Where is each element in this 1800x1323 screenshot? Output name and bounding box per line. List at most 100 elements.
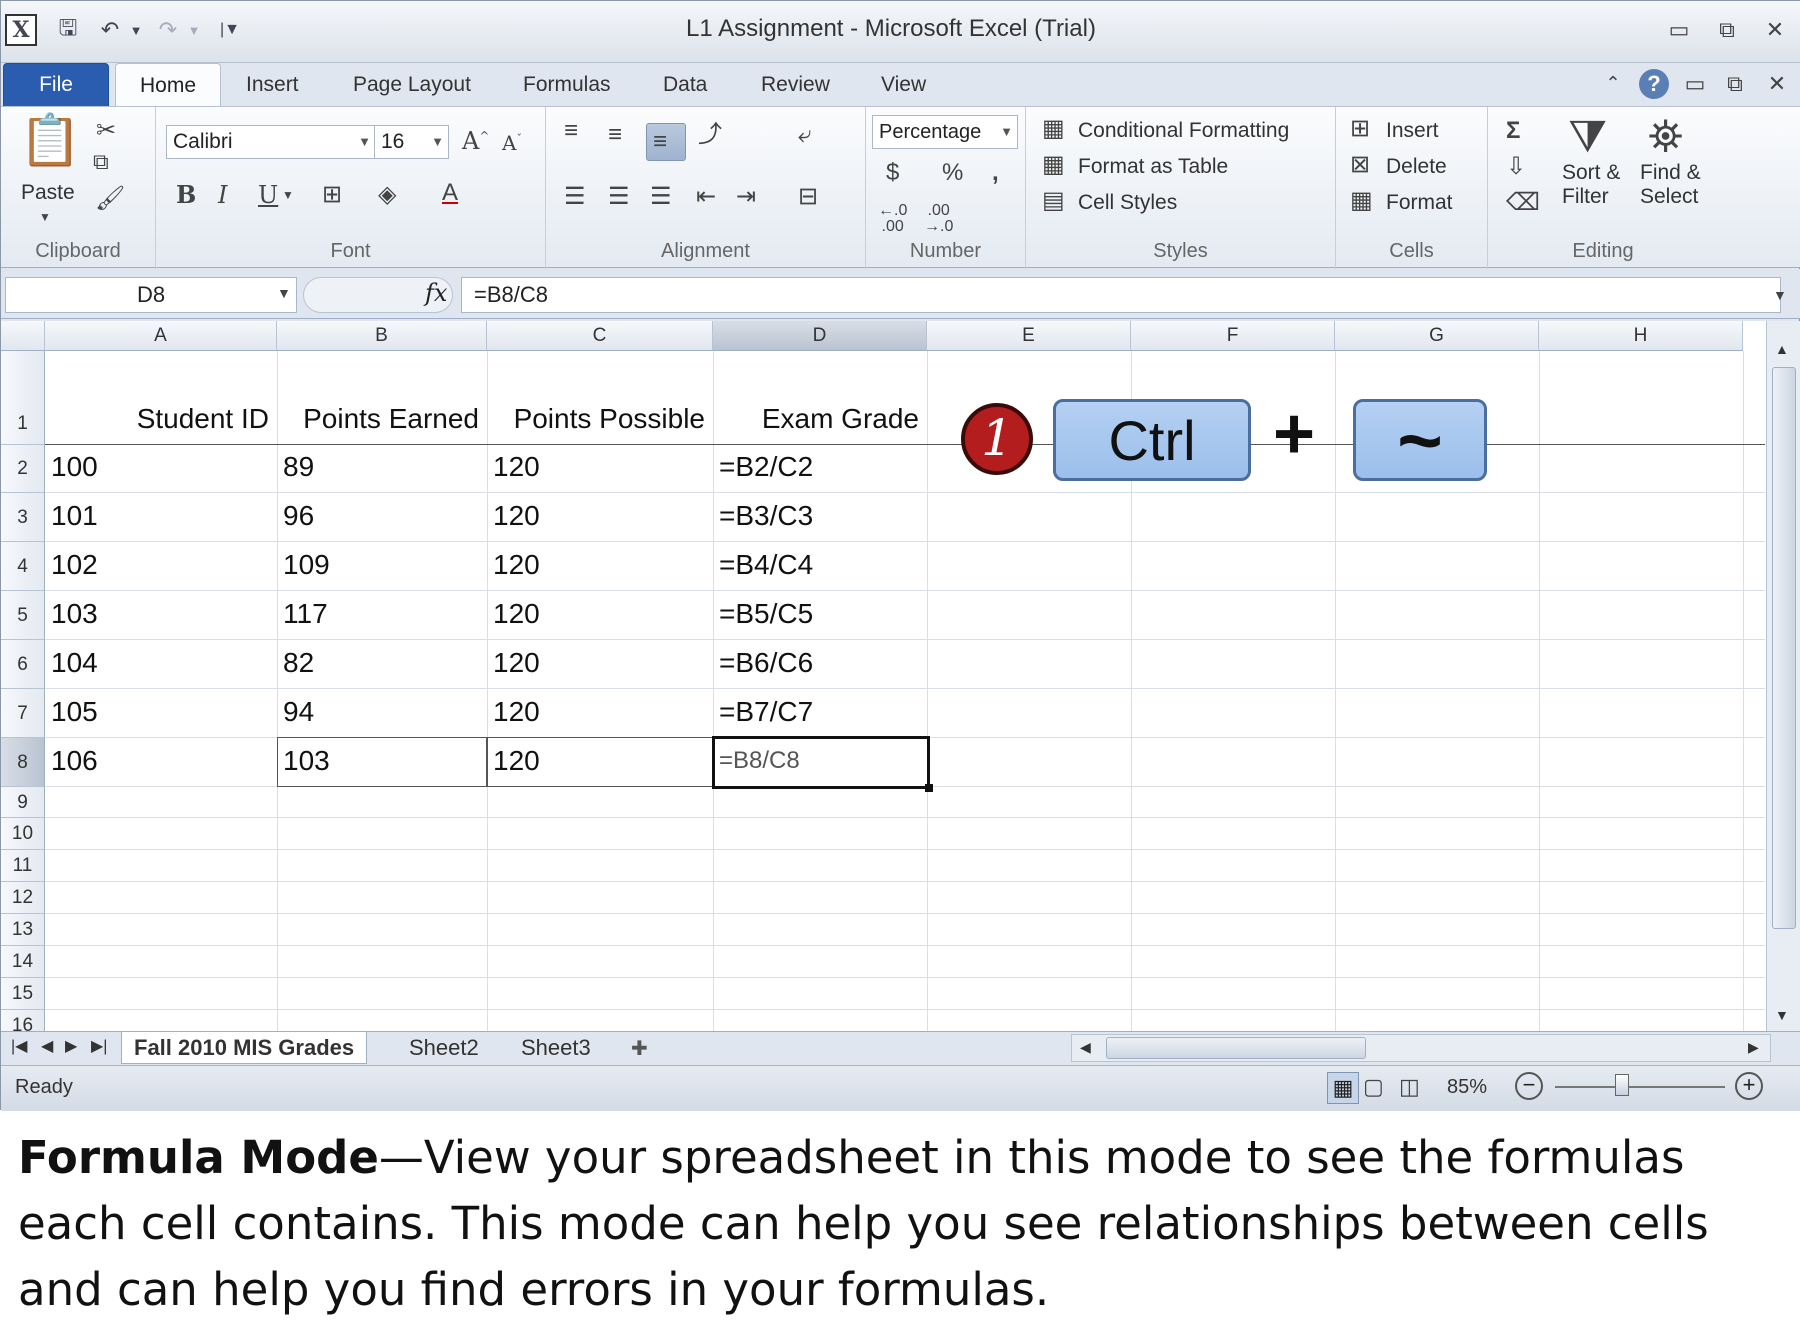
cell-b3[interactable]: 96 [277,500,320,532]
cell-b4[interactable]: 109 [277,549,336,581]
cell-d1[interactable]: Exam Grade [713,403,927,435]
collapse-ribbon-icon[interactable]: ⌃ [1595,73,1631,94]
zoom-level[interactable]: 85% [1447,1076,1487,1099]
column-header-h[interactable]: H [1539,321,1743,351]
column-header-g[interactable]: G [1335,321,1539,351]
workbook-restore-icon[interactable]: ⧉ [1717,71,1753,97]
cell-a5[interactable]: 103 [45,598,104,630]
scroll-left-icon[interactable]: ◀ [1080,1039,1091,1056]
cell-c4[interactable]: 120 [487,549,546,581]
column-header-d[interactable]: D [713,321,927,351]
cell-c1[interactable]: Points Possible [487,403,713,435]
cell-a1[interactable]: Student ID [45,403,277,435]
paste-dropdown-icon[interactable]: ▼ [39,211,51,223]
increase-decimal-icon[interactable]: ←.0.00 [878,203,907,235]
fill-color-icon[interactable]: ◈ [378,183,396,207]
cell-d2[interactable]: =B2/C2 [713,451,819,483]
horizontal-scroll-thumb[interactable] [1106,1037,1366,1059]
merge-center-icon[interactable]: ⊟ [798,185,818,209]
format-painter-icon[interactable]: 🖌 [95,187,125,211]
find-label-line2[interactable]: Select [1640,185,1698,209]
save-icon[interactable]: 🖫 [51,13,85,47]
cell-b5[interactable]: 117 [277,598,334,630]
row-header-8[interactable]: 8 [1,738,45,787]
underline-button[interactable]: U [258,183,278,207]
row-header-14[interactable]: 14 [1,946,45,978]
borders-icon[interactable]: ⊞ [322,183,342,207]
worksheet-grid[interactable]: A B C D E F G H 1 2 3 4 5 6 7 8 9 10 11 … [1,321,1766,1036]
fill-icon[interactable]: ⇩ [1506,155,1526,179]
underline-dropdown-icon[interactable]: ▼ [282,189,294,201]
insert-sheet-icon[interactable]: ✚ [631,1036,648,1061]
row-header-3[interactable]: 3 [1,493,45,542]
expand-formula-bar-icon[interactable]: ▼ [1773,287,1787,303]
name-box-dropdown-icon[interactable]: ▼ [277,285,291,301]
row-header-11[interactable]: 11 [1,850,45,882]
workbook-close-icon[interactable]: ✕ [1759,71,1795,97]
cell-a6[interactable]: 104 [45,647,104,679]
cell-c6[interactable]: 120 [487,647,546,679]
cell-c2[interactable]: 120 [487,451,546,483]
column-header-f[interactable]: F [1131,321,1335,351]
cell-d6[interactable]: =B6/C6 [713,647,819,679]
percent-button[interactable]: % [942,161,963,185]
scroll-down-icon[interactable]: ▼ [1775,1007,1789,1023]
row-header-5[interactable]: 5 [1,591,45,640]
first-sheet-icon[interactable]: |◀ [11,1036,27,1056]
page-break-view-icon[interactable]: ◫ [1399,1074,1420,1100]
fill-handle[interactable] [925,784,933,792]
tab-file[interactable]: File [3,63,109,107]
insert-function-icon[interactable]: fx [425,279,447,307]
paste-icon[interactable]: 📋 [19,115,81,165]
page-layout-view-icon[interactable]: ▢ [1363,1074,1384,1100]
comma-button[interactable]: , [992,161,999,185]
tab-view[interactable]: View [881,73,926,97]
cell-a7[interactable]: 105 [45,696,104,728]
align-right-icon[interactable]: ☰ [650,185,672,209]
cell-c3[interactable]: 120 [487,500,546,532]
decrease-decimal-icon[interactable]: .00 →.0 [924,203,953,235]
sort-label-line2[interactable]: Filter [1562,185,1609,209]
conditional-formatting-button[interactable]: Conditional Formatting [1078,119,1289,143]
paste-label[interactable]: Paste [21,181,75,205]
tab-review[interactable]: Review [761,73,830,97]
zoom-slider-track[interactable] [1555,1086,1725,1088]
row-header-12[interactable]: 12 [1,882,45,914]
format-cells-button[interactable]: Format [1386,191,1453,215]
zoom-slider-thumb[interactable] [1615,1074,1629,1096]
orientation-icon[interactable]: ⤴ [698,123,722,147]
redo-dropdown-icon[interactable]: ▼ [177,13,211,47]
row-header-10[interactable]: 10 [1,818,45,850]
cell-d4[interactable]: =B4/C4 [713,549,819,581]
sheet-tab-active[interactable]: Fall 2010 MIS Grades [121,1032,368,1064]
cell-b7[interactable]: 94 [277,696,320,728]
font-name-combo[interactable]: Calibri ▼ [166,125,376,159]
italic-button[interactable]: I [218,183,227,207]
row-header-13[interactable]: 13 [1,914,45,946]
close-icon[interactable]: ✕ [1757,17,1793,43]
font-color-icon[interactable]: A [442,181,458,205]
cell-d5[interactable]: =B5/C5 [713,598,819,630]
tab-page-layout[interactable]: Page Layout [353,73,471,97]
bold-button[interactable]: B [176,183,196,207]
cell-a8[interactable]: 106 [45,745,104,777]
align-center-icon[interactable]: ☰ [608,185,630,209]
insert-cells-button[interactable]: Insert [1386,119,1439,143]
help-icon[interactable]: ? [1639,69,1669,99]
wrap-text-icon[interactable]: ⤶ [798,123,811,147]
delete-cells-button[interactable]: Delete [1386,155,1447,179]
cell-a3[interactable]: 101 [45,500,104,532]
zoom-in-icon[interactable]: + [1735,1072,1763,1100]
row-header-15[interactable]: 15 [1,978,45,1010]
restore-icon[interactable]: ⧉ [1709,17,1745,43]
sort-label-line1[interactable]: Sort & [1562,161,1620,185]
align-bottom-button[interactable]: ≡ [646,123,686,161]
vertical-scroll-thumb[interactable] [1772,367,1796,929]
normal-view-icon[interactable]: ▦ [1327,1072,1359,1104]
customize-qat-icon[interactable]: |▼ [213,13,247,47]
sheet-tab[interactable]: Sheet3 [509,1032,603,1064]
cell-b1[interactable]: Points Earned [277,403,487,435]
row-header-1[interactable]: 1 [1,351,45,445]
row-header-4[interactable]: 4 [1,542,45,591]
column-header-c[interactable]: C [487,321,713,351]
